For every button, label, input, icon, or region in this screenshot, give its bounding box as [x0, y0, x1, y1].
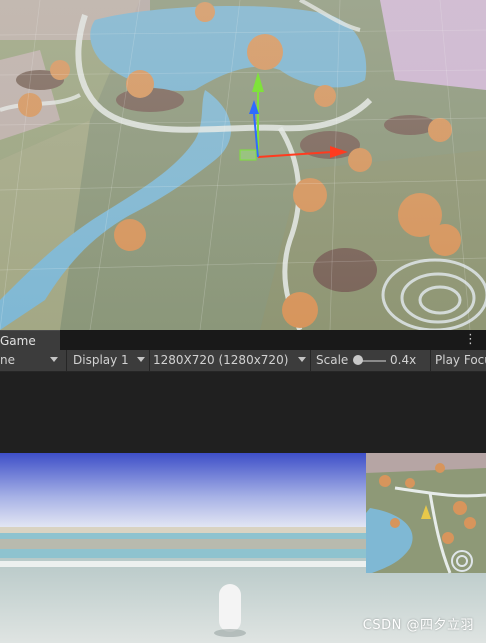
tab-game-label: Game [0, 334, 36, 348]
play-focus-dropdown[interactable]: Play Focu [435, 350, 486, 371]
chevron-down-icon [50, 357, 58, 362]
play-focus-label: Play Focu [435, 353, 486, 367]
display-dropdown-label: Display 1 [73, 353, 129, 367]
scene-terrain-map[interactable] [0, 0, 486, 330]
toolbar-divider [430, 350, 431, 371]
scale-label-text: Scale [316, 353, 349, 367]
mode-dropdown[interactable]: ne [0, 350, 56, 371]
resolution-dropdown[interactable]: 1280X720 (1280x720) [153, 350, 303, 371]
plane-handle-icon[interactable] [239, 149, 257, 161]
tab-game[interactable]: Game [0, 330, 60, 350]
resolution-dropdown-label: 1280X720 (1280x720) [153, 353, 289, 367]
chevron-down-icon [137, 357, 145, 362]
toolbar-divider [149, 350, 150, 371]
game-view-letterbox [0, 372, 486, 453]
watermark: CSDN @四夕立羽 [362, 618, 474, 633]
toolbar-divider [66, 350, 67, 371]
display-dropdown[interactable]: Display 1 [73, 350, 143, 371]
scale-label: Scale [316, 350, 352, 371]
game-toolbar: ne Display 1 1280X720 (1280x720) Scale 0… [0, 350, 486, 372]
toolbar-divider [310, 350, 311, 371]
kebab-menu-icon[interactable]: ⋮ [464, 331, 477, 349]
chevron-down-icon [298, 357, 306, 362]
game-tab-bar: Game ⋮ [0, 330, 486, 350]
scene-view[interactable] [0, 0, 486, 330]
scale-slider-knob[interactable] [353, 355, 363, 365]
game-view[interactable]: CSDN @四夕立羽 [0, 453, 486, 643]
scale-value-text: 0.4x [390, 353, 417, 367]
minimap [366, 453, 486, 574]
scale-value: 0.4x [390, 350, 424, 371]
mode-dropdown-label: ne [0, 353, 15, 367]
